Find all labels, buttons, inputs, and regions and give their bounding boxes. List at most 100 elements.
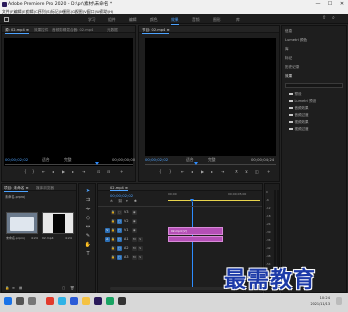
program-time-ruler[interactable]: [145, 164, 276, 165]
timeline-timecode[interactable]: 00;00;02;02: [110, 193, 133, 198]
mute-icon[interactable]: M: [132, 246, 137, 251]
hand-tool-icon[interactable]: ✋: [84, 242, 92, 249]
markers-header[interactable]: 标记: [285, 56, 292, 61]
project-thumb-2[interactable]: [42, 212, 74, 234]
eye-icon[interactable]: ◉: [132, 228, 137, 233]
linked-selection-icon[interactable]: ⛓: [118, 199, 122, 203]
timeline-clip-v1[interactable]: 02.mp4 [V]: [168, 227, 223, 235]
tab-sequence[interactable]: 02.mp4 ≡: [110, 186, 128, 192]
workspace-editing[interactable]: 编辑: [129, 17, 137, 23]
track-target-icon[interactable]: ▢: [117, 237, 122, 242]
timeline-clip-a1[interactable]: [168, 236, 223, 242]
libraries-header[interactable]: 库: [285, 47, 289, 52]
step-forward-icon[interactable]: ▸: [211, 169, 213, 174]
notifications-icon[interactable]: [336, 297, 342, 305]
mark-in-icon[interactable]: {: [24, 169, 27, 174]
premiere-taskbar-icon[interactable]: [94, 297, 102, 305]
folder-icon[interactable]: [82, 297, 90, 305]
workspace-graphics[interactable]: 图形: [213, 17, 221, 23]
go-to-in-icon[interactable]: ⇤: [181, 169, 184, 174]
source-time-ruler[interactable]: [5, 164, 133, 165]
tab-audio-clip-mixer[interactable]: 音频剪辑混合器: 02.mp4: [52, 28, 93, 33]
source-patch-a1[interactable]: A: [105, 237, 110, 242]
pen-tool-icon[interactable]: ✎: [84, 233, 92, 240]
program-fit-select[interactable]: 适合: [186, 157, 194, 163]
work-area-bar[interactable]: [168, 200, 260, 201]
program-video-canvas[interactable]: [145, 38, 276, 156]
workspace-assembly[interactable]: 组件: [108, 17, 116, 23]
type-tool-icon[interactable]: T: [84, 251, 92, 258]
tab-program[interactable]: 节目: 02.mp4 ≡: [142, 28, 170, 35]
search-icon[interactable]: ⌕: [332, 16, 337, 21]
source-resolution-select[interactable]: 完整: [64, 157, 72, 163]
mark-out-icon[interactable]: }: [32, 169, 35, 174]
tab-effect-controls[interactable]: 效果控件: [34, 28, 48, 33]
icon-view-icon[interactable]: ▦: [19, 286, 22, 290]
go-to-in-icon[interactable]: ⇤: [42, 169, 45, 174]
source-timecode[interactable]: 00;00;02;02: [5, 157, 28, 162]
clock-time[interactable]: 10:24: [320, 296, 330, 300]
app-icon[interactable]: [70, 297, 78, 305]
tab-source[interactable]: 源: 02.mp4 ≡: [5, 28, 29, 35]
workspace-libraries[interactable]: 库: [236, 17, 240, 23]
workspace-color[interactable]: 颜色: [150, 17, 158, 23]
effects-item-video-transitions[interactable]: 视频过渡: [289, 127, 309, 132]
solo-icon[interactable]: S: [138, 246, 143, 251]
effects-item-presets[interactable]: 预设: [289, 92, 302, 97]
mark-out-icon[interactable]: }: [169, 169, 172, 174]
solo-icon[interactable]: S: [138, 255, 143, 260]
effects-item-audio-effects[interactable]: 音频效果: [289, 106, 309, 111]
mark-in-icon[interactable]: {: [159, 169, 162, 174]
workspace-learn[interactable]: 学习: [88, 17, 96, 23]
list-view-icon[interactable]: ≡: [12, 286, 15, 290]
effects-item-audio-transitions[interactable]: 音频过渡: [289, 113, 309, 118]
eye-icon[interactable]: ◉: [132, 219, 137, 224]
mute-icon[interactable]: M: [132, 255, 137, 260]
source-patch-v1[interactable]: V: [105, 228, 110, 233]
eye-icon[interactable]: ◉: [132, 210, 137, 215]
go-to-out-icon[interactable]: ⇥: [82, 169, 85, 174]
maximize-button[interactable]: ☐: [324, 0, 336, 8]
add-button-icon[interactable]: +: [267, 169, 270, 174]
play-icon[interactable]: ▶: [62, 169, 65, 174]
app-icon[interactable]: [46, 297, 54, 305]
search-icon[interactable]: [16, 297, 24, 305]
insert-icon[interactable]: ⊡: [97, 169, 100, 174]
track-target-icon[interactable]: ▢: [117, 228, 122, 233]
info-panel-header[interactable]: 信息: [285, 29, 292, 34]
track-lock-icon[interactable]: 🔒: [111, 219, 116, 224]
track-lock-icon[interactable]: 🔒: [111, 228, 116, 233]
slip-tool-icon[interactable]: ↔: [84, 224, 92, 231]
project-thumb-1[interactable]: [6, 212, 38, 234]
mute-icon[interactable]: M: [132, 237, 137, 242]
lock-icon[interactable]: 🔒: [5, 286, 9, 290]
effects-item-lumetri-presets[interactable]: Lumetri 预设: [289, 99, 316, 104]
program-timecode[interactable]: 00;00;02;02: [145, 157, 168, 162]
app-icon[interactable]: [118, 297, 126, 305]
export-frame-icon[interactable]: ◫: [255, 169, 259, 174]
workspace-audio[interactable]: 音频: [192, 17, 200, 23]
add-marker-icon[interactable]: ▾: [126, 199, 128, 203]
track-target-icon[interactable]: ▢: [117, 210, 122, 215]
overwrite-icon[interactable]: ⊟: [107, 169, 110, 174]
track-target-icon[interactable]: ▢: [117, 255, 122, 260]
effects-item-video-effects[interactable]: 视频效果: [289, 120, 309, 125]
selection-tool-icon[interactable]: ➤: [84, 188, 92, 195]
history-header[interactable]: 历史记录: [285, 65, 299, 70]
tab-project[interactable]: 项目: 未命名 ≡: [4, 186, 29, 193]
effects-search-input[interactable]: [285, 83, 343, 88]
add-button-icon[interactable]: +: [120, 169, 123, 174]
step-forward-icon[interactable]: ▸: [72, 169, 74, 174]
extract-icon[interactable]: ⊻: [245, 169, 248, 174]
play-icon[interactable]: ▶: [201, 169, 204, 174]
wrench-icon[interactable]: ✱: [134, 199, 137, 203]
ripple-edit-tool-icon[interactable]: ⟛: [84, 206, 92, 213]
step-back-icon[interactable]: ◂: [52, 169, 54, 174]
new-item-icon[interactable]: ▢: [62, 286, 65, 290]
clock-date[interactable]: 2021/11/13: [310, 302, 330, 306]
solo-icon[interactable]: S: [138, 237, 143, 242]
tab-metadata[interactable]: 元数据: [107, 28, 118, 33]
trash-icon[interactable]: 🗑: [70, 286, 74, 290]
close-button[interactable]: ✕: [336, 0, 348, 8]
source-video-canvas[interactable]: [4, 38, 133, 166]
